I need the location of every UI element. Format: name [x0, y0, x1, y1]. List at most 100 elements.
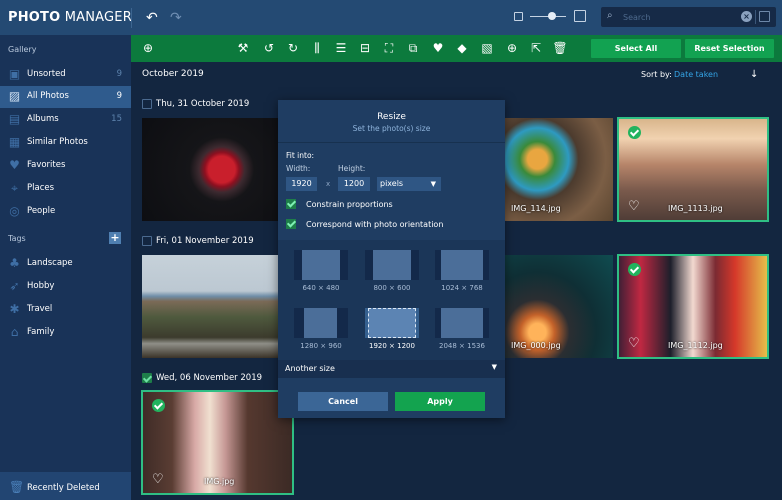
preset-1920x1200[interactable]: [365, 308, 419, 338]
favorite-heart-icon[interactable]: ♡: [628, 199, 640, 214]
cancel-button[interactable]: Cancel: [298, 392, 388, 411]
sort-direction-icon[interactable]: ↓: [750, 69, 758, 80]
photo-filename: IMG_1112.jpg: [668, 341, 723, 350]
unsorted-icon: ▣: [8, 67, 21, 81]
tag-item-family[interactable]: ⌂ Family: [0, 322, 131, 344]
thumbnail-large-icon[interactable]: [574, 10, 586, 22]
height-input[interactable]: 1200: [338, 177, 370, 191]
photo-thumbnail[interactable]: IMG_114.jpg: [505, 118, 613, 221]
favorite-heart-icon[interactable]: ♡: [628, 336, 640, 351]
tag-label: Hobby: [27, 281, 55, 291]
preset-800x600[interactable]: [365, 250, 419, 280]
sidebar-item-label: People: [27, 206, 56, 216]
another-size-dropdown[interactable]: Another size ▼: [278, 360, 505, 378]
group-checkbox[interactable]: [142, 99, 152, 109]
sidebar-item-count: 15: [111, 114, 122, 124]
shuttlecock-icon: ➶: [9, 279, 20, 293]
preset-1024x768[interactable]: [435, 250, 489, 280]
sidebar-item-count: 9: [116, 69, 122, 79]
flip-horizontal-icon[interactable]: ⫼: [309, 40, 325, 56]
place-icon: ⌖: [11, 181, 18, 195]
albums-icon: ▤: [8, 112, 21, 126]
crop-icon[interactable]: ⊟: [357, 40, 373, 56]
magic-wand-icon[interactable]: ⚒: [235, 40, 251, 56]
preset-2048x1536[interactable]: [435, 308, 489, 338]
undo-icon[interactable]: ↶: [146, 10, 158, 26]
tag-item-landscape[interactable]: ♣ Landscape: [0, 253, 131, 275]
tag-item-hobby[interactable]: ➶ Hobby: [0, 276, 131, 298]
redo-icon[interactable]: ↷: [170, 10, 182, 26]
photo-thumbnail[interactable]: IMG_000.jpg: [505, 255, 613, 358]
resize-icon[interactable]: ⛶: [381, 40, 397, 56]
photo-thumbnail[interactable]: [142, 255, 282, 358]
tag-item-travel[interactable]: ✱ Travel: [0, 299, 131, 321]
sidebar-item-unsorted[interactable]: ▣ Unsorted 9: [0, 64, 131, 86]
sidebar-item-label: All Photos: [27, 91, 69, 101]
photo-thumbnail[interactable]: [142, 118, 282, 221]
sidebar-item-label: Similar Photos: [27, 137, 88, 147]
delete-icon[interactable]: 🗑: [552, 40, 568, 56]
tag-icon[interactable]: ◆: [454, 40, 470, 56]
selected-check-icon: [152, 399, 165, 412]
rotate-left-icon[interactable]: ↺: [261, 40, 277, 56]
photo-thumbnail[interactable]: ♡ IMG.jpg: [141, 390, 294, 495]
sidebar-item-albums[interactable]: ▤ Albums 15: [0, 109, 131, 131]
reset-selection-button[interactable]: Reset Selection: [685, 39, 774, 58]
sidebar-item-people[interactable]: ◎ People: [0, 201, 131, 223]
divider: [131, 8, 132, 28]
sidebar-item-label: Places: [27, 183, 55, 193]
preset-1280x960[interactable]: [294, 308, 348, 338]
unit-select[interactable]: pixels ▼: [377, 177, 441, 191]
tree-icon: ♣: [9, 256, 20, 270]
chevron-down-icon: ▼: [430, 180, 436, 188]
flip-vertical-icon[interactable]: ☰: [333, 40, 349, 56]
add-to-album-icon[interactable]: ⊕: [504, 40, 520, 56]
group-checkbox[interactable]: [142, 373, 152, 383]
photo-thumbnail[interactable]: ♡ IMG_1113.jpg: [617, 117, 769, 222]
constrain-proportions-label: Constrain proportions: [306, 200, 393, 209]
width-label: Width:: [286, 164, 311, 173]
sidebar-item-similar-photos[interactable]: ▦ Similar Photos: [0, 132, 131, 154]
add-folder-icon[interactable]: ⊕: [140, 40, 156, 56]
search-input[interactable]: [623, 10, 733, 24]
calendar-icon[interactable]: [759, 11, 770, 22]
share-icon[interactable]: ⇱: [528, 40, 544, 56]
similar-icon: ▦: [8, 135, 21, 149]
favorite-heart-icon[interactable]: ♡: [152, 472, 164, 487]
another-size-label: Another size: [285, 364, 335, 373]
add-tag-button[interactable]: +: [109, 232, 121, 244]
photo-filename: IMG_114.jpg: [511, 204, 561, 213]
select-all-button[interactable]: Select All: [591, 39, 681, 58]
thumbnail-small-icon[interactable]: [514, 12, 523, 21]
apply-button[interactable]: Apply: [395, 392, 485, 411]
preset-sizes: 640 × 480 800 × 600 1024 × 768 1280 × 96…: [278, 240, 505, 360]
album-icon[interactable]: ▧: [479, 40, 495, 56]
width-input[interactable]: 1920: [286, 177, 317, 191]
selected-check-icon: [628, 126, 641, 139]
sidebar-item-label: Unsorted: [27, 69, 66, 79]
clear-search-icon[interactable]: ×: [741, 11, 752, 22]
resize-dialog: Resize Set the photo(s) size Fit into: W…: [278, 100, 505, 418]
sidebar-item-all-photos[interactable]: ▨ All Photos 9: [0, 86, 131, 108]
preset-640x480[interactable]: [294, 250, 348, 280]
constrain-proportions-checkbox[interactable]: [286, 199, 296, 209]
group-checkbox[interactable]: [142, 236, 152, 246]
dialog-title: Resize: [377, 112, 406, 122]
sidebar-item-favorites[interactable]: ♥ Favorites: [0, 155, 131, 177]
tag-label: Landscape: [27, 258, 73, 268]
app-logo: PHOTO MANAGER: [8, 10, 132, 25]
photo-thumbnail[interactable]: ♡ IMG_1112.jpg: [617, 254, 769, 359]
photos-icon: ▨: [8, 89, 21, 103]
toolbar: ⊕ ⚒ ↺ ↻ ⫼ ☰ ⊟ ⛶ ⧉ ♥ ◆ ▧ ⊕ ⇱ 🗑 Select All…: [131, 35, 782, 62]
convert-icon[interactable]: ⧉: [405, 40, 421, 56]
unit-value: pixels: [380, 179, 404, 188]
photo-orientation-checkbox[interactable]: [286, 219, 296, 229]
dialog-subtitle: Set the photo(s) size: [352, 124, 431, 133]
month-heading: October 2019: [142, 69, 204, 79]
slider-handle[interactable]: [548, 12, 556, 20]
heart-icon[interactable]: ♥: [430, 40, 446, 56]
recently-deleted-item[interactable]: 🗑 Recently Deleted: [0, 472, 131, 500]
rotate-right-icon[interactable]: ↻: [285, 40, 301, 56]
sort-dropdown[interactable]: Date taken: [674, 70, 718, 79]
sidebar-item-places[interactable]: ⌖ Places: [0, 178, 131, 200]
